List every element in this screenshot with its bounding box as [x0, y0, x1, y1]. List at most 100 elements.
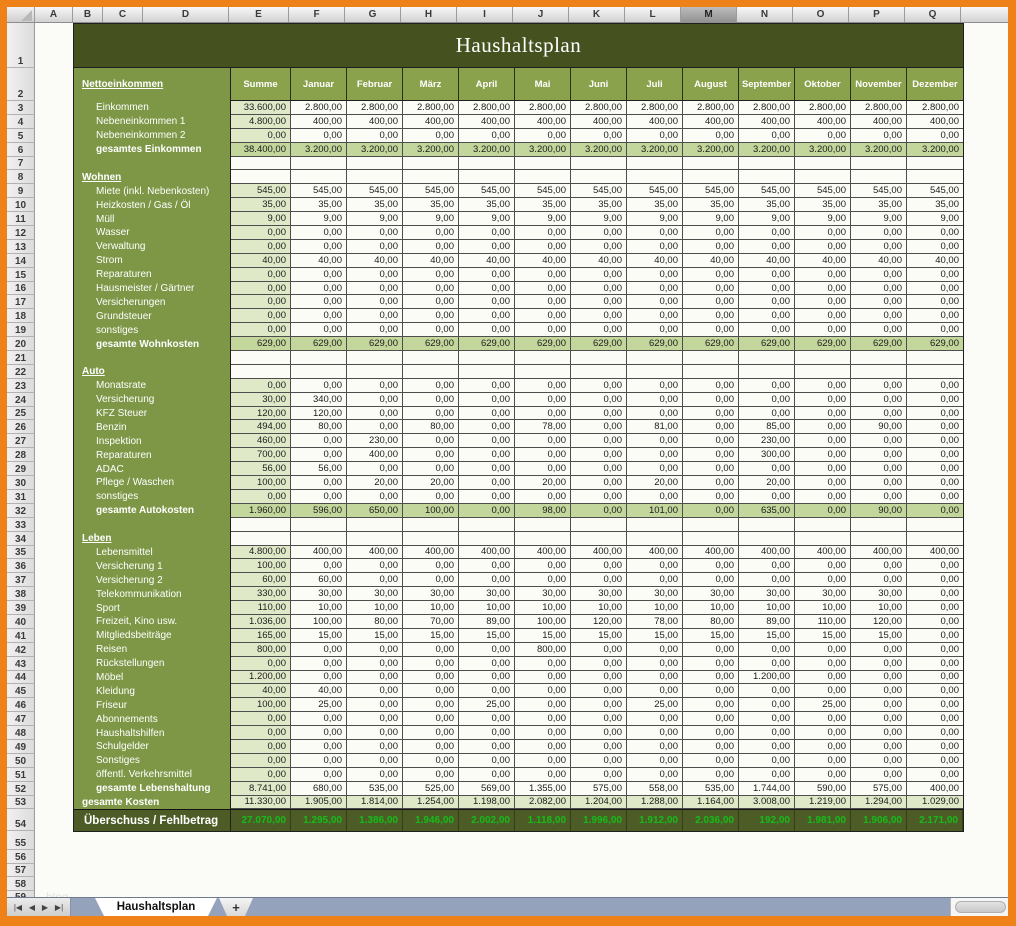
cell[interactable]: 0,00 — [795, 393, 851, 407]
month-header-cell[interactable]: Mai — [515, 68, 571, 101]
cell[interactable]: 0,00 — [571, 754, 627, 768]
cell[interactable]: 0,00 — [851, 448, 907, 462]
cell[interactable]: 30,00 — [291, 587, 347, 601]
cell[interactable]: 0,00 — [347, 740, 403, 754]
cell[interactable]: 0,00 — [739, 643, 795, 657]
column-header-B[interactable]: B — [73, 7, 103, 22]
cell[interactable] — [291, 170, 347, 184]
cell[interactable]: 0,00 — [907, 698, 963, 712]
cell[interactable]: 400,00 — [907, 546, 963, 560]
cell[interactable]: 56,00 — [291, 462, 347, 476]
cell[interactable]: 110,00 — [795, 615, 851, 629]
cell[interactable] — [403, 518, 459, 532]
cell[interactable]: 3.200,00 — [627, 143, 683, 157]
cell[interactable] — [291, 351, 347, 365]
cell[interactable]: 9,00 — [795, 212, 851, 226]
cell[interactable] — [347, 532, 403, 546]
cell[interactable]: 0,00 — [795, 407, 851, 421]
cell[interactable]: 0,00 — [347, 129, 403, 143]
cell[interactable]: 629,00 — [403, 337, 459, 351]
row-header-37[interactable]: 37 — [7, 573, 34, 587]
cell[interactable]: 0,00 — [627, 726, 683, 740]
cell[interactable]: 0,00 — [515, 407, 571, 421]
cell[interactable]: 0,00 — [291, 448, 347, 462]
cell[interactable]: 100,00 — [403, 504, 459, 518]
cell[interactable]: 0,00 — [683, 226, 739, 240]
cell[interactable] — [851, 518, 907, 532]
cell[interactable]: 0,00 — [907, 420, 963, 434]
cell[interactable]: 0,00 — [231, 323, 291, 337]
cell[interactable]: 800,00 — [515, 643, 571, 657]
cell[interactable]: 0,00 — [231, 754, 291, 768]
column-header-F[interactable]: F — [289, 7, 345, 22]
cell[interactable]: 0,00 — [627, 323, 683, 337]
prev-sheet-icon[interactable]: ◀ — [29, 903, 35, 912]
cell[interactable]: 2.800,00 — [907, 101, 963, 115]
cell[interactable]: 10,00 — [291, 601, 347, 615]
cell[interactable]: 1.744,00 — [739, 782, 795, 796]
cell[interactable]: 0,00 — [347, 712, 403, 726]
cell[interactable]: 400,00 — [403, 546, 459, 560]
cell[interactable]: 0,00 — [459, 295, 515, 309]
cell[interactable]: 0,00 — [571, 726, 627, 740]
cell[interactable]: 1.946,00 — [403, 810, 459, 831]
row-label-cell[interactable]: Monatsrate — [74, 379, 230, 393]
cell[interactable]: 0,00 — [739, 462, 795, 476]
cell[interactable]: 545,00 — [515, 184, 571, 198]
cell[interactable]: 35,00 — [795, 198, 851, 212]
cell[interactable]: 0,00 — [231, 282, 291, 296]
cell[interactable]: 0,00 — [739, 684, 795, 698]
cell[interactable]: 0,00 — [571, 240, 627, 254]
row-label-cell[interactable]: Sport — [74, 601, 230, 615]
cell[interactable] — [515, 351, 571, 365]
row-label-cell[interactable]: Mitgliedsbeiträge — [74, 629, 230, 643]
cell[interactable]: 0,00 — [739, 393, 795, 407]
cell[interactable]: 35,00 — [403, 198, 459, 212]
row-label-cell[interactable]: Reparaturen — [74, 268, 230, 282]
cell[interactable]: 400,00 — [683, 546, 739, 560]
cell[interactable]: 0,00 — [795, 684, 851, 698]
row-header-29[interactable]: 29 — [7, 462, 34, 476]
cell[interactable]: 0,00 — [571, 379, 627, 393]
cell[interactable]: 0,00 — [627, 754, 683, 768]
cell[interactable]: 0,00 — [571, 559, 627, 573]
cell[interactable]: 0,00 — [571, 434, 627, 448]
cell[interactable]: 0,00 — [347, 671, 403, 685]
cell[interactable] — [459, 532, 515, 546]
cell[interactable] — [851, 365, 907, 379]
cell[interactable]: 30,00 — [403, 587, 459, 601]
cell[interactable]: 0,00 — [403, 698, 459, 712]
cell[interactable]: 0,00 — [627, 393, 683, 407]
cell[interactable]: 2.800,00 — [795, 101, 851, 115]
cell[interactable] — [739, 532, 795, 546]
cell[interactable]: 35,00 — [231, 198, 291, 212]
cell[interactable]: 535,00 — [347, 782, 403, 796]
row-header-8[interactable]: 8 — [7, 170, 34, 184]
cell[interactable]: 20,00 — [515, 476, 571, 490]
cell[interactable]: 1.295,00 — [291, 810, 347, 831]
cell[interactable]: 0,00 — [231, 268, 291, 282]
cell[interactable]: 0,00 — [851, 282, 907, 296]
cell[interactable]: 0,00 — [907, 587, 963, 601]
cell[interactable]: 40,00 — [795, 254, 851, 268]
cell[interactable]: 0,00 — [739, 657, 795, 671]
cell[interactable]: 0,00 — [683, 295, 739, 309]
cell[interactable]: 0,00 — [403, 657, 459, 671]
cell[interactable]: 100,00 — [231, 476, 291, 490]
cell[interactable]: 120,00 — [291, 407, 347, 421]
cell[interactable]: 0,00 — [683, 129, 739, 143]
row-label-cell[interactable]: Schulgelder — [74, 740, 230, 754]
cell[interactable]: 81,00 — [627, 420, 683, 434]
cell[interactable]: 0,00 — [907, 268, 963, 282]
cell[interactable]: 400,00 — [459, 546, 515, 560]
cell[interactable]: 1.906,00 — [851, 810, 907, 831]
row-header-5[interactable]: 5 — [7, 129, 34, 143]
cell[interactable]: 0,00 — [627, 462, 683, 476]
cell[interactable]: 25,00 — [459, 698, 515, 712]
cell[interactable]: 56,00 — [231, 462, 291, 476]
cell[interactable]: 0,00 — [851, 671, 907, 685]
cell[interactable] — [347, 170, 403, 184]
cell[interactable] — [403, 157, 459, 171]
cell[interactable]: 0,00 — [907, 462, 963, 476]
cell[interactable]: 629,00 — [515, 337, 571, 351]
